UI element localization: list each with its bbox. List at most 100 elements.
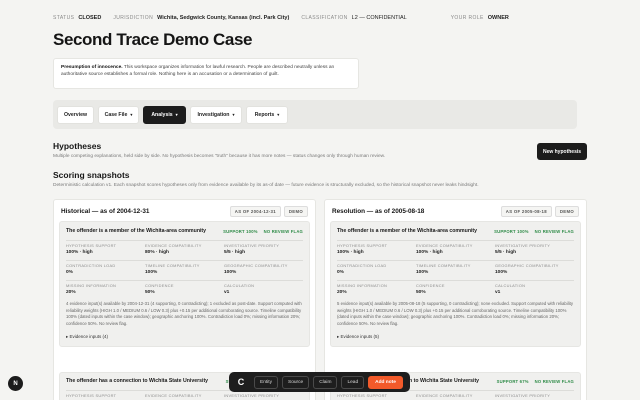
- metric-label: INVESTIGATIVE PRIORITY: [495, 390, 574, 398]
- metric-cell: MISSING INFORMATION 20%: [66, 280, 145, 295]
- tab-overview[interactable]: Overview: [57, 105, 94, 124]
- page-title: Second Trace Demo Case: [53, 30, 253, 49]
- tab-label: Analysis: [151, 111, 173, 118]
- demo-badge: DEMO: [283, 206, 308, 217]
- score-explanation: 4 evidence input(s) available by 2004-12…: [66, 301, 302, 326]
- metric-label: TIMELINE COMPATIBILITY: [145, 260, 224, 268]
- add-source-button[interactable]: Source: [282, 375, 310, 389]
- tab-label: Investigation: [197, 111, 230, 118]
- metric-label: CONFIDENCE: [145, 280, 224, 288]
- asof-badge: AS OF 2004-12-31: [229, 206, 281, 217]
- jurisdiction-value: Wichita, Sedgwick County, Kansas (incl. …: [157, 15, 290, 21]
- metric-value: 50%: [416, 290, 426, 295]
- metric-cell: CONFIDENCE 50%: [145, 280, 224, 295]
- metric-cell: EVIDENCE COMPATIBILITY 100% · high: [416, 240, 495, 255]
- support-flag: SUPPORT 100%: [494, 228, 529, 234]
- scoring-heading: Scoring snapshots: [53, 170, 130, 180]
- metric-cell: GEOGRAPHIC COMPATIBILITY 100%: [495, 260, 574, 275]
- notice-heading: Presumption of innocence.: [61, 65, 123, 70]
- app-logo-icon: C: [237, 377, 245, 387]
- metric-label: GEOGRAPHIC COMPATIBILITY: [224, 260, 303, 268]
- tab-reports[interactable]: Reports ▾: [246, 105, 288, 124]
- tab-label: Reports: [254, 111, 275, 118]
- snapshot-historical: Historical — as of 2004-12-31 AS OF 2004…: [53, 199, 316, 400]
- role-label: YOUR ROLE: [450, 15, 484, 21]
- hypothesis-name: The offender is a member of the Wichita-…: [337, 228, 478, 234]
- jurisdiction-label: JURISDICTION: [113, 15, 154, 21]
- hypothesis-name: The offender has a connection to Wichita…: [66, 378, 209, 384]
- score-explanation: 5 evidence input(s) available by 2005-08…: [337, 301, 573, 326]
- metric-value: 100%: [495, 270, 508, 275]
- metric-cell: GEOGRAPHIC COMPATIBILITY 100%: [224, 260, 303, 275]
- metric-cell: EVIDENCE COMPATIBILITY 80% · high: [145, 240, 224, 255]
- metric-cell: EVIDENCE COMPATIBILITY: [145, 390, 224, 398]
- metric-value: 100%: [224, 270, 237, 275]
- tab-label: Case File: [104, 111, 128, 118]
- snapshot-title: Historical — as of 2004-12-31: [61, 208, 150, 215]
- metric-value: 0%: [337, 270, 344, 275]
- metric-label: GEOGRAPHIC COMPATIBILITY: [495, 260, 574, 268]
- metric-value: 50%: [145, 290, 155, 295]
- tab-case-file[interactable]: Case File ▾: [98, 105, 139, 124]
- metric-label: EVIDENCE COMPATIBILITY: [145, 240, 224, 248]
- metric-value: 100%: [416, 270, 429, 275]
- metric-grid: HYPOTHESIS SUPPORT 100% · high EVIDENCE C…: [66, 240, 303, 295]
- classification-value: L2 — CONFIDENTIAL: [351, 15, 407, 21]
- add-claim-button[interactable]: Claim: [313, 375, 338, 389]
- metric-cell: INVESTIGATIVE PRIORITY 5/5 · high: [495, 240, 574, 255]
- add-note-button[interactable]: Add note: [368, 375, 403, 389]
- support-flag: SUPPORT 67%: [496, 378, 529, 384]
- tab-analysis[interactable]: Analysis ▾: [143, 105, 186, 124]
- quick-add-toolbar: C Entity Source Claim Lead Add note: [229, 372, 410, 392]
- metric-value: 100% · high: [416, 250, 443, 255]
- metric-label: HYPOTHESIS SUPPORT: [337, 240, 416, 248]
- add-entity-button[interactable]: Entity: [254, 375, 278, 389]
- hypothesis-card: The offender is a member of the Wichita-…: [59, 221, 310, 347]
- metric-label: EVIDENCE COMPATIBILITY: [145, 390, 224, 398]
- demo-badge: DEMO: [554, 206, 579, 217]
- metric-cell: CALCULATION v1: [495, 280, 574, 295]
- metric-value: 0%: [66, 270, 73, 275]
- add-lead-button[interactable]: Lead: [341, 375, 365, 389]
- metric-label: HYPOTHESIS SUPPORT: [66, 240, 145, 248]
- tab-label: Overview: [63, 111, 88, 118]
- new-hypothesis-button[interactable]: New hypothesis: [537, 143, 587, 160]
- metric-label: MISSING INFORMATION: [337, 280, 416, 288]
- metric-value: 5/5 · high: [224, 250, 246, 255]
- assistant-launcher-icon[interactable]: N: [8, 376, 23, 391]
- hypothesis-card: The offender is a member of the Wichita-…: [330, 221, 581, 347]
- metric-value: v1: [224, 290, 230, 295]
- metric-label: EVIDENCE COMPATIBILITY: [416, 240, 495, 248]
- no-review-flag: NO REVIEW FLAG: [263, 228, 303, 234]
- metric-label: CONFIDENCE: [416, 280, 495, 288]
- tab-investigation[interactable]: Investigation ▾: [190, 105, 242, 124]
- metric-value: v1: [495, 290, 501, 295]
- metric-value: 20%: [337, 290, 347, 295]
- hypotheses-heading: Hypotheses: [53, 141, 102, 151]
- status-value: CLOSED: [78, 15, 102, 21]
- evidence-inputs-toggle[interactable]: ▸ Evidence inputs (4): [66, 334, 303, 340]
- no-review-flag: NO REVIEW FLAG: [534, 228, 574, 234]
- hypotheses-subtitle: Multiple competing explanations, held si…: [53, 154, 386, 159]
- hypothesis-name: The offender is a member of the Wichita-…: [66, 228, 207, 234]
- metric-cell: INVESTIGATIVE PRIORITY 5/5 · high: [224, 240, 303, 255]
- metric-cell: HYPOTHESIS SUPPORT 100% · high: [337, 240, 416, 255]
- metric-cell: CONFIDENCE 50%: [416, 280, 495, 295]
- metric-value: 5/5 · high: [495, 250, 517, 255]
- evidence-inputs-toggle[interactable]: ▸ Evidence inputs (5): [337, 334, 574, 340]
- metric-label: CONTRADICTION LOAD: [66, 260, 145, 268]
- innocence-notice: Presumption of innocence. This workspace…: [53, 58, 359, 89]
- metric-value: 100% · high: [66, 250, 93, 255]
- chevron-down-icon: ▾: [175, 111, 178, 117]
- metric-cell: TIMELINE COMPATIBILITY 100%: [416, 260, 495, 275]
- chevron-down-icon: ▾: [130, 111, 133, 117]
- metric-label: INVESTIGATIVE PRIORITY: [224, 240, 303, 248]
- metric-label: HYPOTHESIS SUPPORT: [66, 390, 145, 398]
- metric-grid: HYPOTHESIS SUPPORT 100% · high EVIDENCE C…: [337, 240, 574, 295]
- metric-cell: CONTRADICTION LOAD 0%: [66, 260, 145, 275]
- metric-value: 20%: [66, 290, 76, 295]
- classification-label: CLASSIFICATION: [301, 15, 348, 21]
- metric-label: TIMELINE COMPATIBILITY: [416, 260, 495, 268]
- metric-cell: EVIDENCE COMPATIBILITY: [416, 390, 495, 398]
- section-tabbar: Overview Case File ▾ Analysis ▾ Investig…: [53, 100, 577, 129]
